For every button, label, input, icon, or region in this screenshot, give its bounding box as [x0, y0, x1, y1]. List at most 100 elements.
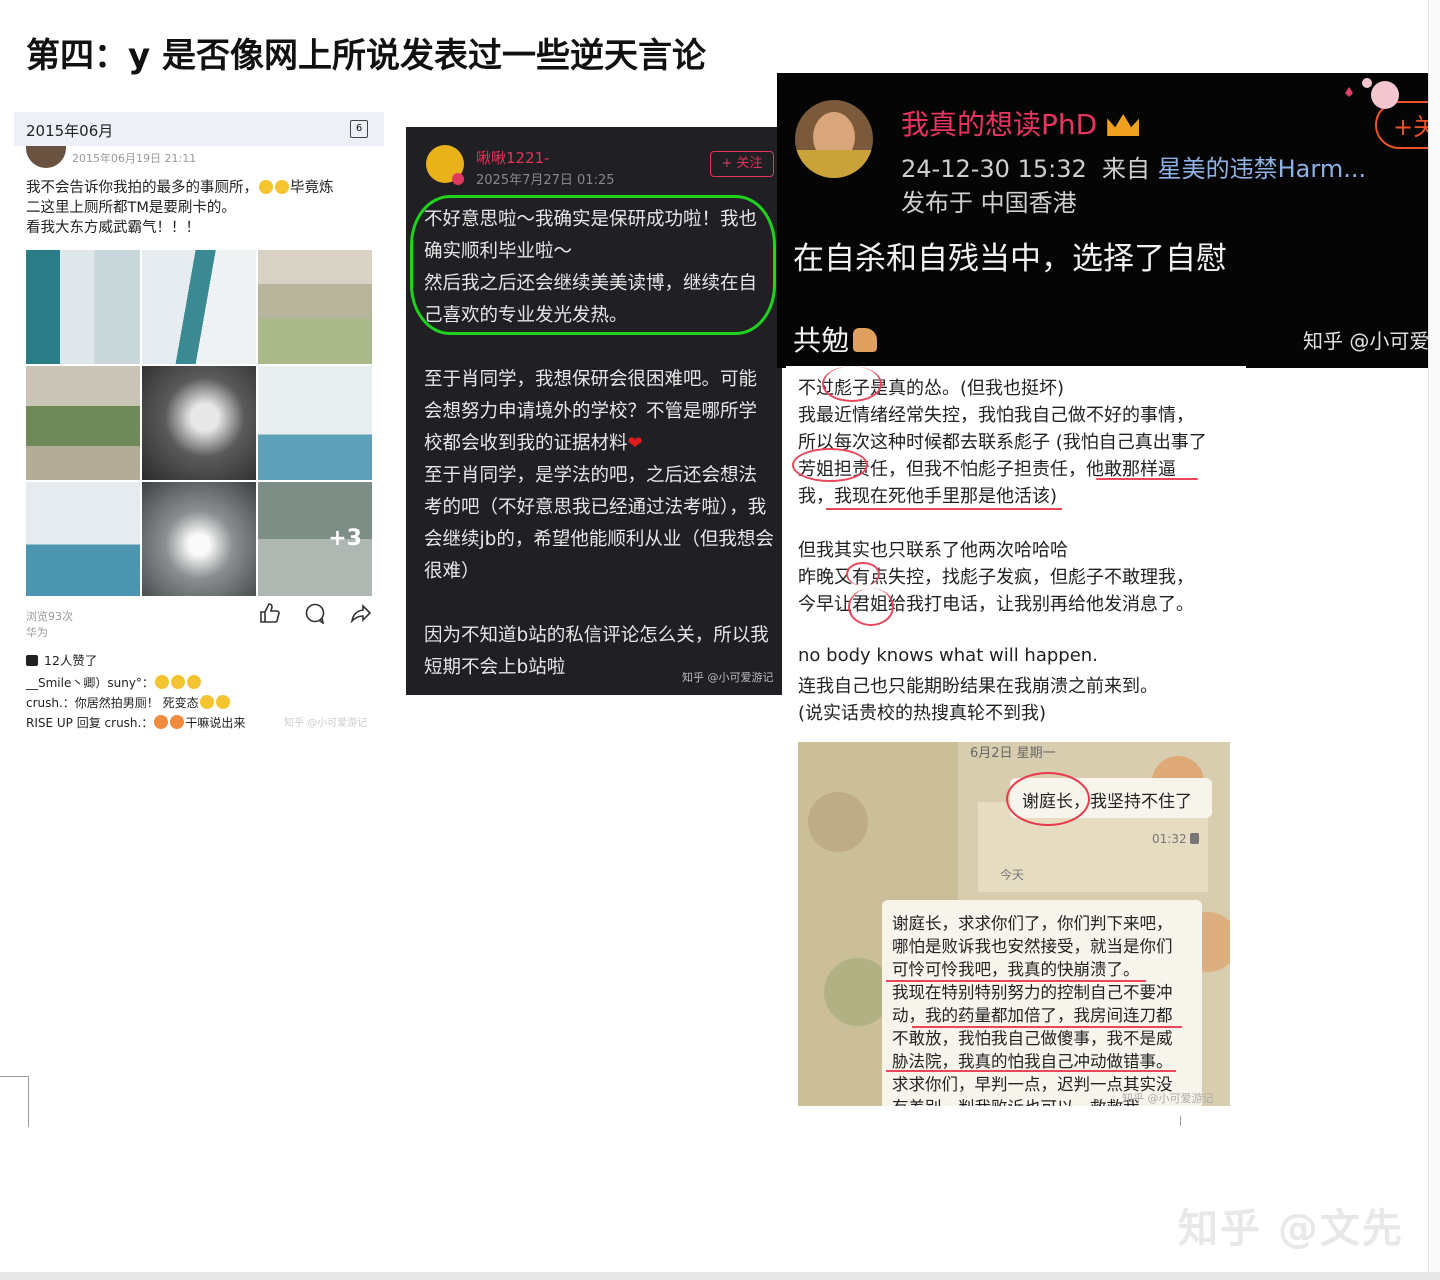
red-circle-mark [846, 562, 880, 586]
photo[interactable] [142, 366, 256, 480]
follow-button[interactable]: + 关注 [710, 151, 774, 177]
text-line: 连我自己也只能期盼结果在我崩溃之前来到。 [798, 676, 1158, 697]
from-label: 来自 [1102, 155, 1150, 183]
watermark: 知乎 @小可爱游记 [1122, 1092, 1214, 1105]
like-count-text: 12人赞了 [44, 653, 98, 668]
body-line: 很难） [424, 561, 480, 582]
watermark: 知乎 @小可爱 [1303, 329, 1428, 353]
body-line: 不好意思啦～我确实是保研成功啦！我也 [424, 209, 758, 230]
like-icon[interactable] [258, 602, 280, 624]
body-line: 己喜欢的专业发光发热。 [424, 305, 628, 326]
emoji-icon [186, 675, 201, 689]
date-header: 6月2日 星期一 [970, 746, 1056, 761]
body-line: 会想努力申请境外的学校？不管是哪所学 [424, 401, 758, 422]
username-text: 我真的想读PhD [901, 108, 1098, 141]
heart-icon: ❤ [627, 433, 643, 454]
photo[interactable] [26, 482, 140, 596]
comment-icon[interactable] [304, 602, 326, 624]
photo[interactable] [26, 250, 140, 364]
comment: __Smile丶卿）suny°： [26, 674, 202, 691]
body-line: 考的吧（不好意思我已经通过法考啦），我 [424, 497, 767, 518]
bilibili-post-screenshot: 啾啾1221- 2025年7月27日 01:25 + 关注 不好意思啦～我确实是… [406, 127, 782, 695]
message-line: 哪怕是败诉我也安然接受，就当是你们 [892, 937, 1173, 956]
month-label: 2015年06月 [26, 122, 114, 140]
comment: crush.：你居然拍男厕！ 死变态 [26, 694, 231, 711]
like-count: 12人赞了 [26, 650, 97, 669]
message-time: 01:32 [1152, 832, 1200, 846]
body-line: 会继续jb的，希望他能顺利从业（但我想会 [424, 529, 774, 550]
body-line: 校都会收到我的证据材料❤ [424, 429, 646, 455]
message-line: 可怜可怜我吧，我真的快崩溃了。 [892, 960, 1140, 979]
photo[interactable] [142, 250, 256, 364]
post-text-line: 二这里上厕所都TM是要刷卡的。 [26, 200, 236, 216]
username[interactable]: 啾啾1221- [476, 147, 550, 168]
text-line: 但我其实也只联系了他两次哈哈哈 [798, 540, 1068, 561]
share-icon[interactable] [350, 602, 372, 624]
red-underline-mark [912, 1026, 1182, 1028]
text-line: 我，我现在死他手里那是他活该) [798, 486, 1058, 507]
red-circle-mark [822, 366, 882, 402]
red-circle-mark [792, 448, 868, 482]
post-meta: 24-12-30 15:32 来自 星美的违禁Harm... [901, 149, 1366, 184]
footer-text: 共勉 [793, 324, 850, 357]
post-time: 24-12-30 15:32 [901, 155, 1087, 183]
emoji-icon [275, 180, 289, 194]
weibo-post-screenshot: 我真的想读PhD 24-12-30 15:32 来自 星美的违禁Harm... … [777, 73, 1428, 368]
crown-icon [1107, 114, 1140, 136]
message-bubble: 谢庭长，求求你们了，你们判下来吧， 哪怕是败诉我也安然接受，就当是你们 可怜可怜… [882, 900, 1202, 1106]
device-label: 华为 [26, 626, 48, 639]
sticker-icon [1345, 78, 1399, 109]
page-watermark: 知乎 @文先 [1178, 1206, 1404, 1252]
calendar-icon[interactable]: 6 [350, 120, 368, 138]
badge-icon [452, 173, 464, 185]
body-line-text: 校都会收到我的证据材料 [424, 433, 628, 454]
source-link[interactable]: 星美的违禁Harm... [1158, 155, 1366, 183]
avatar[interactable] [795, 100, 873, 178]
comment: RISE UP 回复 crush.： 干嘛说出来 [26, 714, 245, 731]
crop-mark [0, 1076, 29, 1127]
post-location: 发布于 中国香港 [901, 189, 1077, 217]
avatar [26, 146, 66, 168]
body-line: 至于肖同学，我想保研会很困难吧。可能 [424, 369, 758, 390]
comment-text: RISE UP 回复 crush.： [26, 716, 154, 730]
crop-mark [1180, 1116, 1181, 1126]
body-line: 确实顺利毕业啦～ [424, 241, 573, 262]
muscle-icon [853, 328, 878, 352]
post-text-line: 毕竟炼 [290, 180, 334, 196]
red-underline-mark [1096, 478, 1198, 480]
emoji-icon [154, 715, 169, 729]
text-line: (说实话贵校的热搜真轮不到我) [798, 703, 1047, 724]
red-circle-mark [1006, 772, 1090, 826]
emoji-icon [170, 715, 185, 729]
body-line: 因为不知道b站的私信评论怎么关，所以我 [424, 625, 769, 646]
text-line: no body knows what will happen. [798, 645, 1098, 666]
page-title: 第四：y 是否像网上所说发表过一些逆天言论 [26, 36, 706, 76]
message-line: 有差别，判我败诉也可以，救救我 [892, 1094, 1140, 1106]
post-text: 我不会告诉你我拍的最多的事厕所， 毕竟炼 二这里上厕所都TM是要刷卡的。 看我大东… [26, 178, 376, 238]
emoji-icon [199, 695, 214, 709]
today-label: 今天 [1000, 868, 1025, 882]
photo[interactable]: +3 [258, 482, 372, 596]
text-post-screenshot: 不过彪子是真的怂。(但我也挺坏) 我最近情绪经常失控，我怕我自己做不好的事情， … [786, 366, 1246, 734]
red-underline-mark [826, 508, 1062, 510]
emoji-icon [170, 675, 185, 689]
body-line: 短期不会上b站啦 [424, 657, 566, 678]
comment-text: 干嘛说出来 [185, 716, 246, 730]
page-edge [0, 1272, 1440, 1280]
post-date: 2015年06月19日 21:11 [72, 152, 197, 165]
read-status-icon [1190, 833, 1200, 844]
post-date: 2025年7月27日 01:25 [476, 173, 615, 188]
photo[interactable] [258, 250, 372, 364]
emoji-icon [215, 695, 230, 709]
thumb-icon [26, 655, 38, 666]
more-photos-count: +3 [328, 526, 362, 551]
red-underline-mark [886, 1070, 1176, 1072]
photo-grid: +3 [26, 250, 372, 596]
post-body: 在自杀和自残当中，选择了自慰 [793, 241, 1227, 277]
photo[interactable] [142, 482, 256, 596]
post-text-line: 看我大东方威武霸气！！！ [26, 220, 200, 236]
photo[interactable] [258, 366, 372, 480]
photo[interactable] [26, 366, 140, 480]
body-line: 然后我之后还会继续美美读博，继续在自 [424, 273, 758, 294]
username[interactable]: 我真的想读PhD [901, 103, 1140, 143]
